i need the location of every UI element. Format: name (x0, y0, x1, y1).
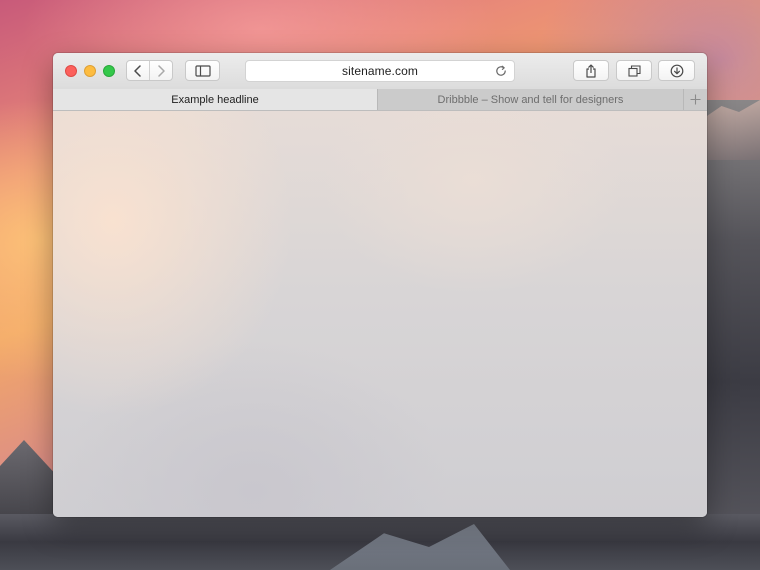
close-icon[interactable] (65, 65, 77, 77)
tabs-overview-icon (627, 64, 641, 77)
tab-bar: Example headline Dribbble – Show and tel… (53, 89, 707, 111)
wallpaper-mountain-bottom (0, 514, 760, 570)
share-icon (586, 63, 596, 78)
navigation-buttons (126, 60, 173, 81)
tab-example-headline[interactable]: Example headline (53, 89, 377, 110)
address-bar[interactable]: sitename.com (245, 60, 515, 82)
download-button[interactable] (658, 60, 695, 81)
tab-dribbble[interactable]: Dribbble – Show and tell for designers (377, 89, 683, 110)
browser-toolbar: sitename.com (53, 53, 707, 90)
wallpaper-mountain-right (700, 100, 760, 570)
browser-window: sitename.com Example headline Dribbble –… (53, 53, 707, 517)
zoom-icon[interactable] (103, 65, 115, 77)
plus-icon (690, 94, 701, 105)
tab-label: Example headline (171, 93, 259, 106)
reload-icon[interactable] (494, 64, 508, 78)
forward-button[interactable] (150, 61, 172, 80)
page-content (53, 111, 707, 517)
minimize-icon[interactable] (84, 65, 96, 77)
share-button[interactable] (573, 60, 609, 81)
tab-label: Dribbble – Show and tell for designers (437, 93, 624, 106)
back-button[interactable] (127, 61, 149, 80)
address-text: sitename.com (342, 64, 418, 78)
new-tab-button[interactable] (683, 89, 707, 110)
sidebar-button[interactable] (185, 60, 220, 81)
chevron-left-icon (134, 64, 141, 77)
chevron-right-icon (158, 64, 165, 77)
sidebar-icon (194, 64, 211, 77)
download-icon (670, 64, 683, 77)
tabs-overview-button[interactable] (616, 60, 652, 81)
